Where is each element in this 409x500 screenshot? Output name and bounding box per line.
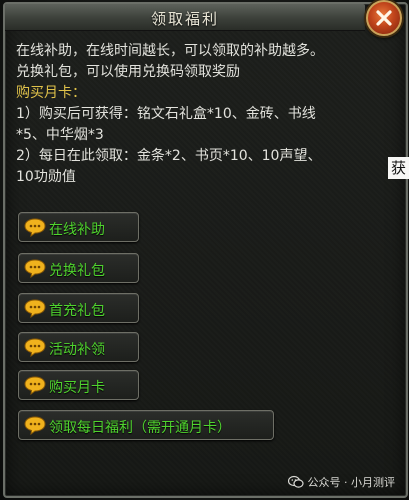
button-label: 在线补助 — [49, 222, 105, 238]
description-text: 在线补助，在线时间越长，可以领取的补助越多。 兑换礼包，可以使用兑换码领取奖励 … — [16, 41, 396, 188]
online-subsidy-description: 在线补助，在线时间越长，可以领取的补助越多。 — [16, 43, 324, 59]
title-bar: 领取福利 — [5, 4, 365, 31]
close-icon — [376, 10, 392, 26]
chat-bubble-icon — [24, 338, 46, 357]
monthly-card-benefit-1-cont: *5、中华烟*3 — [16, 127, 104, 143]
panel-title: 领取福利 — [150, 10, 219, 28]
monthly-card-benefit-2: 2）每日在此领取：金条*2、书页*10、10声望、 — [16, 148, 322, 164]
chat-bubble-icon — [24, 218, 46, 237]
button-label: 领取每日福利（需开通月卡） — [49, 420, 231, 436]
buy-monthly-card-button[interactable]: 购买月卡 — [18, 370, 139, 400]
monthly-card-heading: 购买月卡： — [16, 85, 86, 101]
button-label: 首充礼包 — [49, 303, 105, 319]
side-glyph: 获 — [388, 157, 409, 179]
chat-bubble-icon — [24, 259, 46, 278]
close-button[interactable] — [366, 0, 402, 36]
first-recharge-pack-button[interactable]: 首充礼包 — [18, 293, 139, 323]
claim-daily-reward-button[interactable]: 领取每日福利（需开通月卡） — [18, 410, 274, 440]
watermark: 公众号 · 小月测评 — [287, 474, 396, 490]
game-screen: 领取福利 在线补助，在线时间越长，可以领取的补助越多。 兑换礼包，可以使用兑换码… — [0, 0, 409, 500]
monthly-card-benefit-2-cont: 10功勋值 — [16, 169, 76, 185]
monthly-card-benefit-1: 1）购买后可获得：铭文石礼盒*10、金砖、书线 — [16, 106, 316, 122]
chat-bubble-icon — [24, 376, 46, 395]
watermark-text: 公众号 · 小月测评 — [307, 476, 396, 489]
button-label: 兑换礼包 — [49, 263, 105, 279]
gift-pack-redeem-button[interactable]: 兑换礼包 — [18, 253, 139, 283]
event-reclaim-button[interactable]: 活动补领 — [18, 332, 139, 362]
gift-code-description: 兑换礼包，可以使用兑换码领取奖励 — [16, 64, 240, 80]
wechat-icon — [287, 475, 304, 488]
button-label: 购买月卡 — [49, 380, 105, 396]
chat-bubble-icon — [24, 299, 46, 318]
chat-bubble-icon — [24, 416, 46, 435]
button-label: 活动补领 — [49, 342, 105, 358]
online-subsidy-button[interactable]: 在线补助 — [18, 212, 139, 242]
